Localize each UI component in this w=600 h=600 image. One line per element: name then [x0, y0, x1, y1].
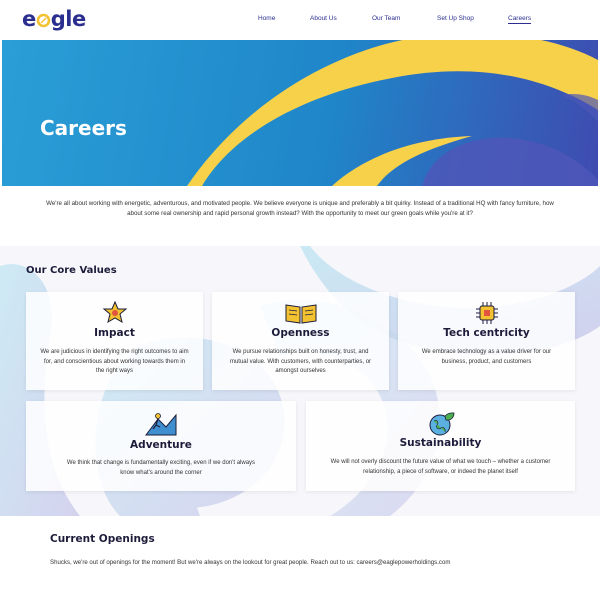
nav-about-us[interactable]: About Us — [310, 15, 337, 22]
current-openings-title: Current Openings — [50, 533, 155, 545]
card-text-openness: We pursue relationships built on honesty… — [229, 349, 372, 374]
hero-banner: Careers — [2, 40, 598, 186]
intro-paragraph: We're all about working with energetic, … — [46, 200, 554, 217]
trophy-star-icon — [102, 301, 127, 324]
value-card-impact: Impact We are judicious in identifying t… — [26, 292, 203, 390]
nav-our-team[interactable]: Our Team — [372, 15, 400, 22]
nav-set-up-shop[interactable]: Set Up Shop — [437, 15, 474, 22]
hero-swirl-graphic — [187, 40, 598, 186]
card-title-adventure: Adventure — [130, 439, 192, 451]
value-card-sustainability: Sustainability We will not overly discou… — [306, 401, 575, 491]
main-nav: Home About Us Our Team Set Up Shop Caree… — [0, 15, 600, 27]
microchip-icon — [475, 302, 498, 324]
value-card-openness: Openness We pursue relationships built o… — [212, 292, 389, 390]
card-text-impact: We are judicious in identifying the righ… — [40, 349, 189, 374]
card-title-sustainability: Sustainability — [399, 437, 482, 449]
value-card-tech-centricity: Tech centricity We embrace technology as… — [398, 292, 575, 390]
nav-careers[interactable]: Careers — [508, 15, 532, 24]
card-title-openness: Openness — [271, 327, 330, 339]
card-title-impact: Impact — [94, 327, 135, 339]
card-text-tech-centricity: We embrace technology as a value driver … — [421, 349, 552, 365]
globe-leaf-icon — [429, 412, 454, 436]
page-title: Careers — [40, 116, 127, 140]
card-text-sustainability: We will not overly discount the future v… — [330, 459, 551, 475]
current-openings-text: Shucks, we're out of openings for the mo… — [50, 559, 451, 566]
open-book-icon — [285, 304, 316, 324]
climber-icon — [145, 413, 177, 436]
core-values-title: Our Core Values — [26, 265, 117, 276]
value-card-adventure: Adventure We think that change is fundam… — [26, 401, 296, 491]
nav-home[interactable]: Home — [258, 15, 275, 22]
card-title-tech-centricity: Tech centricity — [443, 327, 530, 339]
site-header: e gle Home About Us Our Team Set Up Shop … — [0, 0, 600, 40]
card-text-adventure: We think that change is fundamentally ex… — [66, 460, 256, 476]
